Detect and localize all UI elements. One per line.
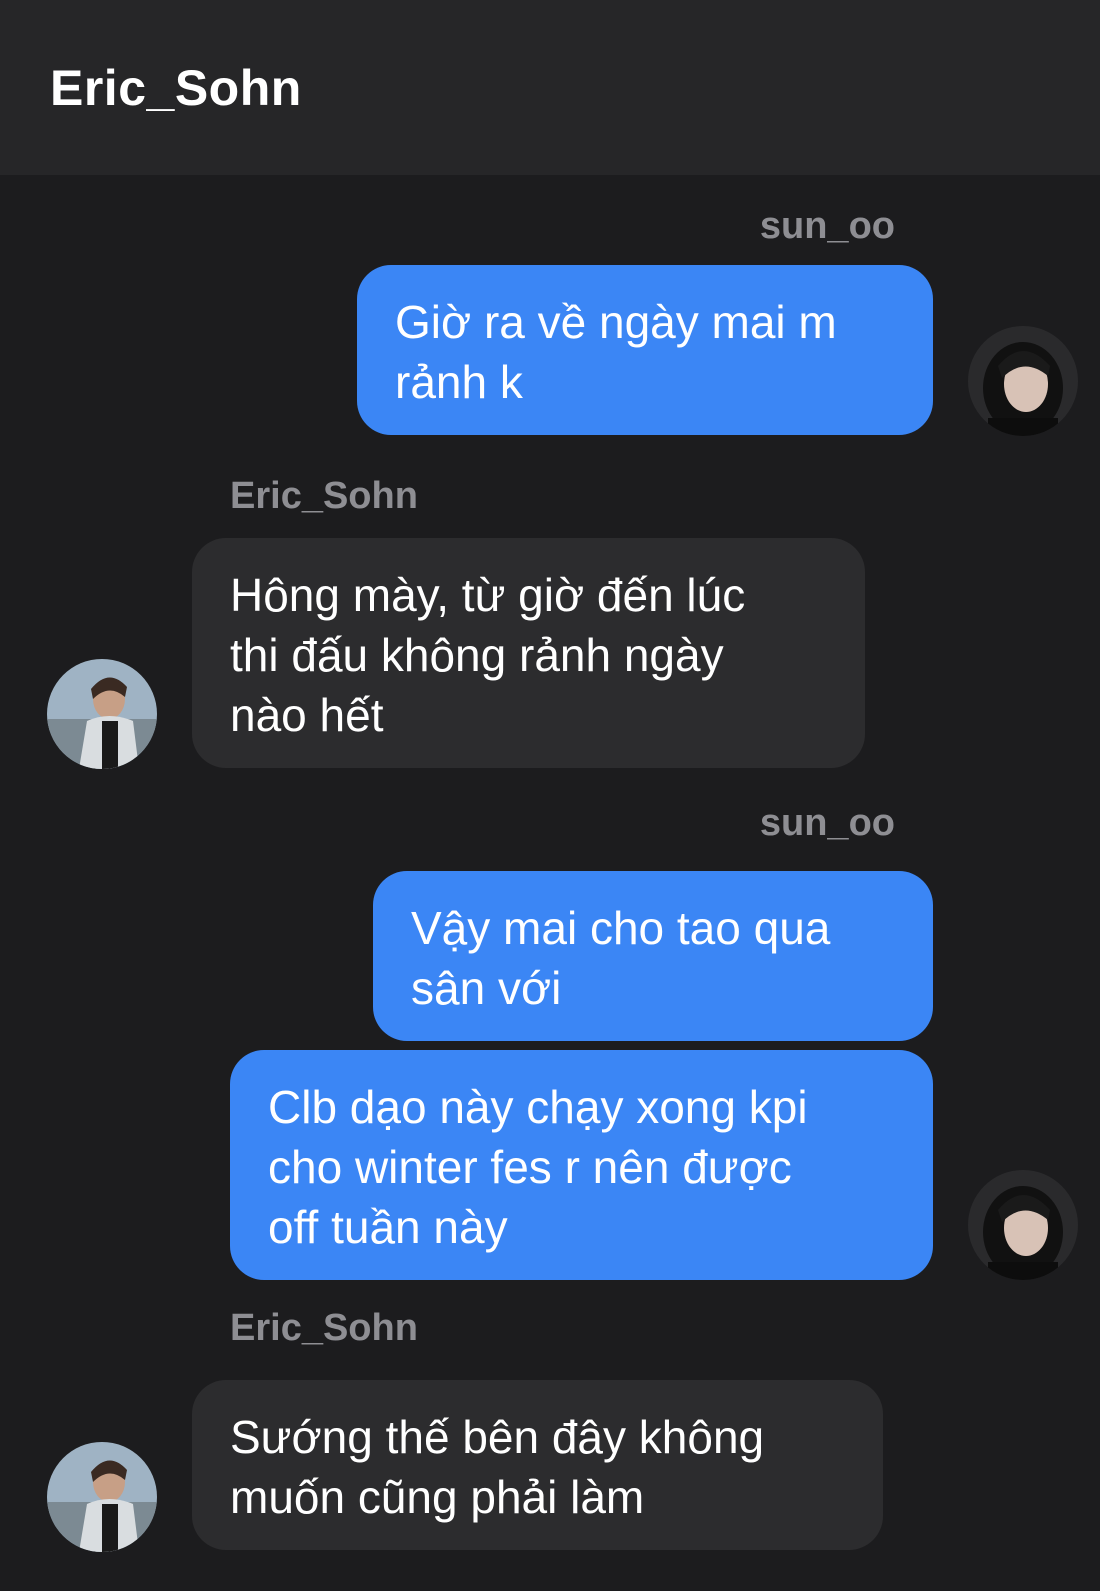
chat-title[interactable]: Eric_Sohn [50, 58, 302, 118]
sender-label: Eric_Sohn [230, 1307, 418, 1349]
chat-header: Eric_Sohn [0, 0, 1100, 175]
sender-label: Eric_Sohn [230, 475, 418, 517]
message-list[interactable]: sun_oo Giờ ra về ngày mai m rảnh k Eric_… [0, 175, 1100, 1591]
avatar-eric-sohn[interactable] [47, 659, 157, 769]
avatar-sun-oo[interactable] [968, 1170, 1078, 1280]
message-bubble-incoming[interactable]: Sướng thế bên đây không muốn cũng phải l… [192, 1380, 883, 1550]
avatar-sun-oo[interactable] [968, 326, 1078, 436]
avatar-image [968, 1170, 1078, 1280]
sender-label: sun_oo [759, 802, 895, 844]
avatar-eric-sohn[interactable] [47, 1442, 157, 1552]
message-bubble-outgoing[interactable]: Giờ ra về ngày mai m rảnh k [357, 265, 933, 435]
avatar-image [968, 326, 1078, 436]
avatar-image [47, 1442, 157, 1552]
avatar-image [47, 659, 157, 769]
message-bubble-incoming[interactable]: Hông mày, từ giờ đến lúc thi đấu không r… [192, 538, 865, 768]
message-bubble-outgoing[interactable]: Vậy mai cho tao qua sân với [373, 871, 933, 1041]
message-bubble-outgoing[interactable]: Clb dạo này chạy xong kpi cho winter fes… [230, 1050, 933, 1280]
sender-label: sun_oo [759, 205, 895, 247]
